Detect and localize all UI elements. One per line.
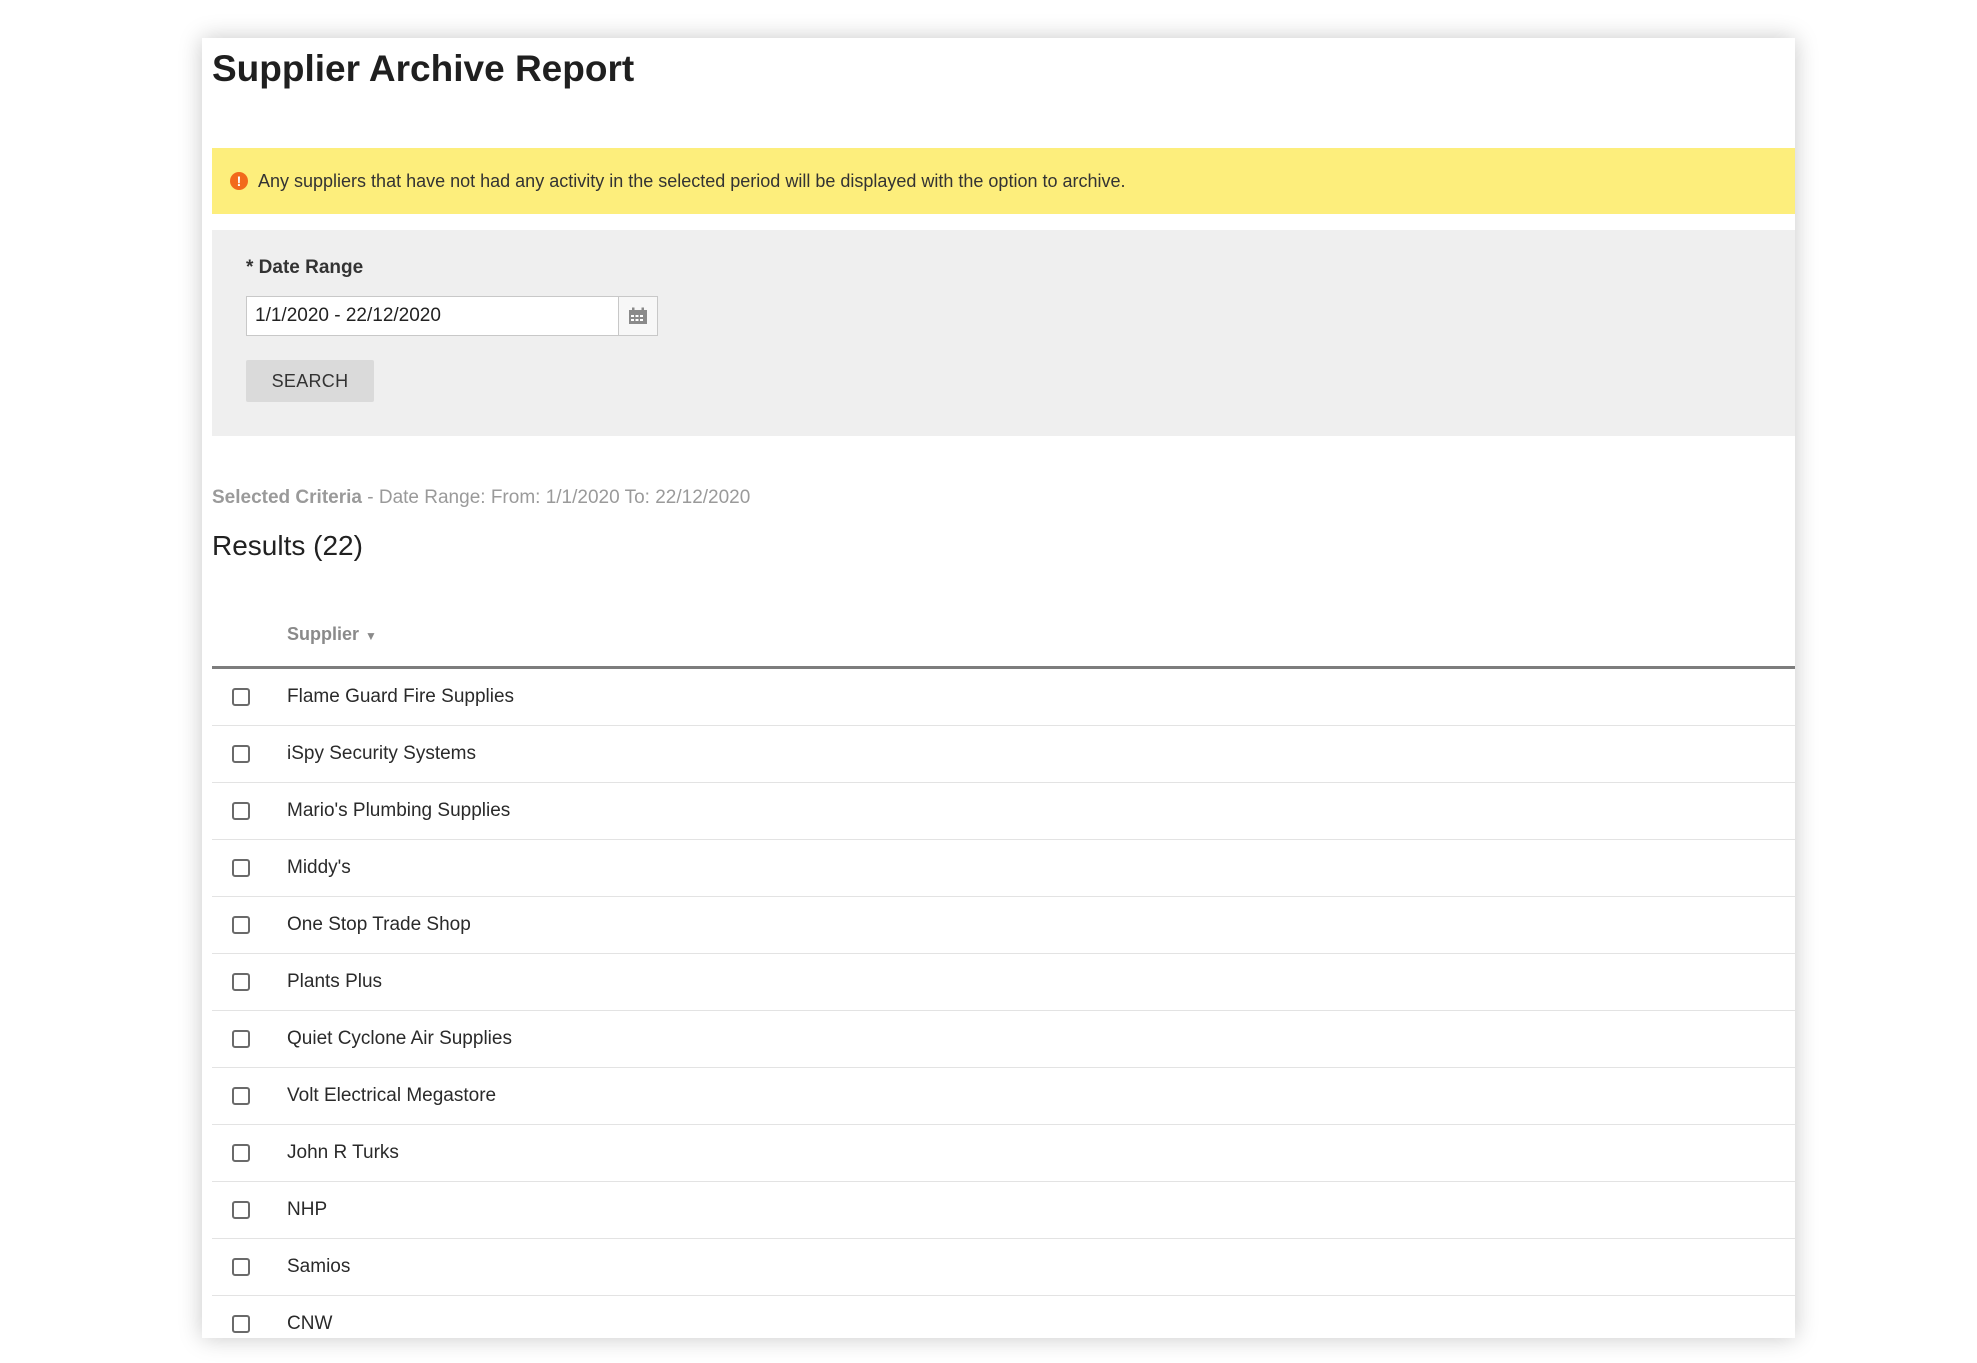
calendar-button[interactable] bbox=[618, 297, 657, 335]
row-checkbox[interactable] bbox=[232, 973, 250, 991]
row-checkbox[interactable] bbox=[232, 802, 250, 820]
search-button[interactable]: SEARCH bbox=[246, 360, 374, 402]
exclamation-circle-icon: ! bbox=[230, 172, 248, 190]
supplier-name: Middy's bbox=[287, 857, 351, 878]
row-checkbox[interactable] bbox=[232, 1201, 250, 1219]
page-title: Supplier Archive Report bbox=[212, 48, 635, 89]
column-header-supplier[interactable]: Supplier ▼ bbox=[287, 624, 377, 645]
supplier-name: CNW bbox=[287, 1313, 333, 1334]
info-alert: ! Any suppliers that have not had any ac… bbox=[212, 148, 1795, 214]
table-row: NHP bbox=[212, 1182, 1795, 1239]
supplier-name: Samios bbox=[287, 1256, 351, 1277]
table-body: Flame Guard Fire Supplies iSpy Security S… bbox=[212, 669, 1795, 1338]
table-row: Volt Electrical Megastore bbox=[212, 1068, 1795, 1125]
supplier-name: One Stop Trade Shop bbox=[287, 914, 471, 935]
table-header: Supplier ▼ bbox=[212, 608, 1795, 669]
table-row: Flame Guard Fire Supplies bbox=[212, 669, 1795, 726]
calendar-icon bbox=[629, 307, 647, 324]
column-header-label: Supplier bbox=[287, 624, 360, 644]
filter-panel: * Date Range SEARCH bbox=[212, 230, 1795, 436]
row-checkbox[interactable] bbox=[232, 859, 250, 877]
supplier-name: iSpy Security Systems bbox=[287, 743, 476, 764]
table-row: John R Turks bbox=[212, 1125, 1795, 1182]
row-checkbox[interactable] bbox=[232, 745, 250, 763]
sort-descending-icon: ▼ bbox=[365, 629, 377, 643]
table-row: CNW bbox=[212, 1296, 1795, 1338]
table-row: Middy's bbox=[212, 840, 1795, 897]
criteria-label: Selected Criteria bbox=[212, 487, 362, 508]
date-range-label: * Date Range bbox=[246, 257, 364, 278]
row-checkbox[interactable] bbox=[232, 1030, 250, 1048]
supplier-name: John R Turks bbox=[287, 1142, 399, 1163]
row-checkbox[interactable] bbox=[232, 1258, 250, 1276]
supplier-name: Quiet Cyclone Air Supplies bbox=[287, 1028, 512, 1049]
row-checkbox[interactable] bbox=[232, 1315, 250, 1333]
date-range-field[interactable] bbox=[246, 296, 658, 336]
results-heading: Results (22) bbox=[212, 530, 363, 561]
report-card: Supplier Archive Report ! Any suppliers … bbox=[202, 38, 1795, 1338]
selected-criteria: Selected Criteria - Date Range: From: 1/… bbox=[212, 487, 750, 509]
table-row: One Stop Trade Shop bbox=[212, 897, 1795, 954]
table-row: Quiet Cyclone Air Supplies bbox=[212, 1011, 1795, 1068]
supplier-name: Volt Electrical Megastore bbox=[287, 1085, 497, 1106]
supplier-name: NHP bbox=[287, 1199, 328, 1220]
table-row: Plants Plus bbox=[212, 954, 1795, 1011]
row-checkbox[interactable] bbox=[232, 1144, 250, 1162]
table-row: iSpy Security Systems bbox=[212, 726, 1795, 783]
table-row: Samios bbox=[212, 1239, 1795, 1296]
alert-text: Any suppliers that have not had any acti… bbox=[258, 170, 1126, 191]
supplier-name: Flame Guard Fire Supplies bbox=[287, 686, 515, 707]
date-range-input[interactable] bbox=[247, 297, 618, 335]
table-row: Mario's Plumbing Supplies bbox=[212, 783, 1795, 840]
row-checkbox[interactable] bbox=[232, 916, 250, 934]
supplier-name: Mario's Plumbing Supplies bbox=[287, 800, 511, 821]
results-table: Supplier ▼ Flame Guard Fire Supplies iSpy … bbox=[212, 608, 1795, 1338]
supplier-name: Plants Plus bbox=[287, 971, 383, 992]
row-checkbox[interactable] bbox=[232, 688, 250, 706]
row-checkbox[interactable] bbox=[232, 1087, 250, 1105]
criteria-text: - Date Range: From: 1/1/2020 To: 22/12/2… bbox=[361, 487, 751, 508]
